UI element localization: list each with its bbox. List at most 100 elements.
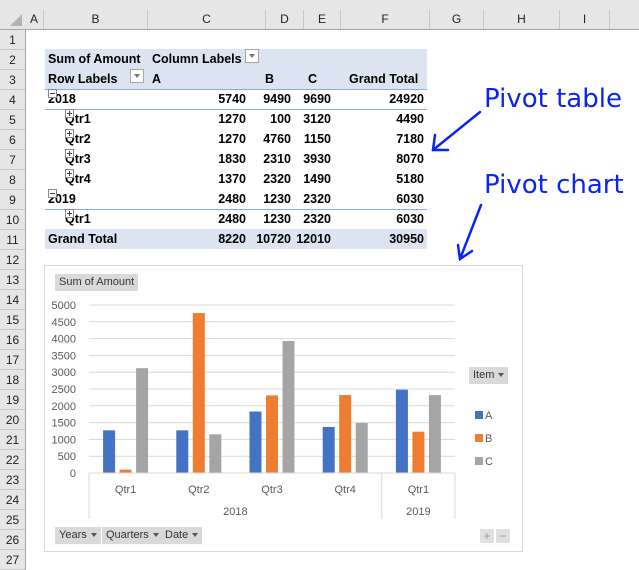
x-tick-label: Qtr3 — [261, 484, 282, 496]
row-header-20[interactable]: 20 — [0, 410, 25, 430]
column-labels-header: Column Labels — [152, 49, 259, 69]
row-header-21[interactable]: 21 — [0, 430, 25, 450]
column-header-g[interactable]: G — [430, 10, 484, 29]
row-header-19[interactable]: 19 — [0, 390, 25, 410]
column-header-i[interactable]: I — [560, 10, 610, 29]
row-header-9[interactable]: 9 — [0, 190, 25, 210]
column-header-b[interactable]: B — [44, 10, 148, 29]
row-header-13[interactable]: 13 — [0, 270, 25, 290]
x-tick-label: Qtr2 — [188, 484, 209, 496]
pivot-row: Qtr4 1370 2320 1490 5180 — [45, 169, 427, 189]
row-header-4[interactable]: 4 — [0, 90, 25, 110]
arrow-head-table — [431, 133, 450, 152]
column-header-f[interactable]: F — [341, 10, 430, 29]
axis-field-button-quarters[interactable]: Quarters — [102, 527, 163, 544]
y-tick-label: 5000 — [52, 300, 76, 312]
expand-icon[interactable] — [65, 149, 74, 158]
expand-icon[interactable] — [65, 209, 74, 218]
value-cell: 3120 — [303, 112, 331, 126]
row-label: Qtr3 — [65, 149, 91, 169]
legend-label: A — [485, 410, 493, 422]
value-cell: 3930 — [303, 152, 331, 166]
bar-c — [209, 434, 222, 473]
axis-field-button-date[interactable]: Date — [161, 527, 203, 544]
y-tick-label: 4000 — [52, 334, 76, 346]
pivot-row: 2018 5740 9490 9690 24920 — [45, 89, 427, 110]
pivot-row: Qtr2 1270 4760 1150 7180 — [45, 129, 427, 149]
row-header-10[interactable]: 10 — [0, 210, 25, 230]
row-header-3[interactable]: 3 — [0, 70, 25, 90]
row-header-16[interactable]: 16 — [0, 330, 25, 350]
row-header-5[interactable]: 5 — [0, 110, 25, 130]
row-header-8[interactable]: 8 — [0, 170, 25, 190]
collapse-field-button[interactable]: − — [496, 529, 510, 543]
row-header-14[interactable]: 14 — [0, 290, 25, 310]
value-cell: 7180 — [396, 132, 424, 146]
collapse-icon[interactable] — [48, 89, 57, 98]
bar-b — [119, 469, 132, 473]
y-tick-label: 3000 — [52, 367, 76, 379]
row-header-17[interactable]: 17 — [0, 350, 25, 370]
pivot-row: 2019 2480 1230 2320 6030 — [45, 189, 427, 210]
row-labels-header: Row Labels — [48, 69, 145, 89]
pivot-chart[interactable]: Sum of Amount 0 500 1000 1500 2000 2500 3000 35… — [44, 265, 523, 552]
bar-c — [136, 368, 149, 473]
row-header-2[interactable]: 2 — [0, 50, 25, 70]
row-header-26[interactable]: 26 — [0, 530, 25, 550]
value-cell: 8070 — [396, 152, 424, 166]
legend-swatch-b — [475, 434, 483, 442]
y-tick-label: 4500 — [52, 317, 76, 329]
value-cell: 30950 — [389, 232, 424, 246]
arrow-to-pivot-table — [431, 110, 482, 152]
legend-swatch-c — [475, 457, 483, 465]
row-label: Qtr2 — [65, 129, 91, 149]
expand-field-button[interactable]: + — [480, 529, 494, 543]
arrow-to-pivot-chart — [458, 203, 483, 261]
row-header-15[interactable]: 15 — [0, 310, 25, 330]
row-header-1[interactable]: 1 — [0, 30, 25, 50]
grand-total-row: Grand Total 8220 10720 12010 30950 — [45, 229, 427, 249]
row-header-18[interactable]: 18 — [0, 370, 25, 390]
expand-icon[interactable] — [65, 109, 74, 118]
value-cell: 6030 — [396, 192, 424, 206]
row-header-7[interactable]: 7 — [0, 150, 25, 170]
column-labels-filter-button[interactable] — [244, 49, 259, 63]
expand-icon[interactable] — [65, 129, 74, 138]
axis-field-label: Quarters — [106, 529, 149, 541]
row-header-12[interactable]: 12 — [0, 250, 25, 270]
value-cell: 12010 — [296, 232, 331, 246]
axis-field-button-years[interactable]: Years — [55, 527, 101, 544]
collapse-icon[interactable] — [48, 189, 57, 198]
column-header-h[interactable]: H — [484, 10, 560, 29]
legend-field-button[interactable]: Item — [469, 367, 509, 384]
row-header-24[interactable]: 24 — [0, 490, 25, 510]
row-header-6[interactable]: 6 — [0, 130, 25, 150]
column-header-e[interactable]: E — [304, 10, 341, 29]
value-cell: 1270 — [218, 112, 246, 126]
expand-icon[interactable] — [65, 169, 74, 178]
bar-a — [322, 426, 335, 473]
column-header-d[interactable]: D — [266, 10, 304, 29]
column-header-a[interactable]: A — [25, 10, 44, 29]
row-header-22[interactable]: 22 — [0, 450, 25, 470]
col-header-a: A — [152, 72, 162, 86]
row-header-11[interactable]: 11 — [0, 230, 25, 250]
bar-c — [355, 422, 368, 473]
row-header-27[interactable]: 27 — [0, 550, 25, 570]
value-cell: 2480 — [218, 212, 246, 226]
bar-c — [282, 340, 295, 473]
select-all-button[interactable] — [0, 10, 25, 29]
row-labels-filter-button[interactable] — [130, 69, 145, 83]
value-cell: 2320 — [263, 172, 291, 186]
row-label: Grand Total — [48, 229, 117, 249]
row-header-23[interactable]: 23 — [0, 470, 25, 490]
legend-label: B — [485, 433, 492, 445]
bar-a — [103, 430, 116, 473]
value-cell: 2320 — [303, 192, 331, 206]
row-label: 2019 — [48, 189, 76, 209]
value-cell: 9490 — [263, 92, 291, 106]
pivot-header-row-2: Row Labels A B C Grand Total — [45, 69, 427, 90]
row-header-25[interactable]: 25 — [0, 510, 25, 530]
column-header-c[interactable]: C — [148, 10, 266, 29]
y-tick-label: 3500 — [52, 350, 76, 362]
